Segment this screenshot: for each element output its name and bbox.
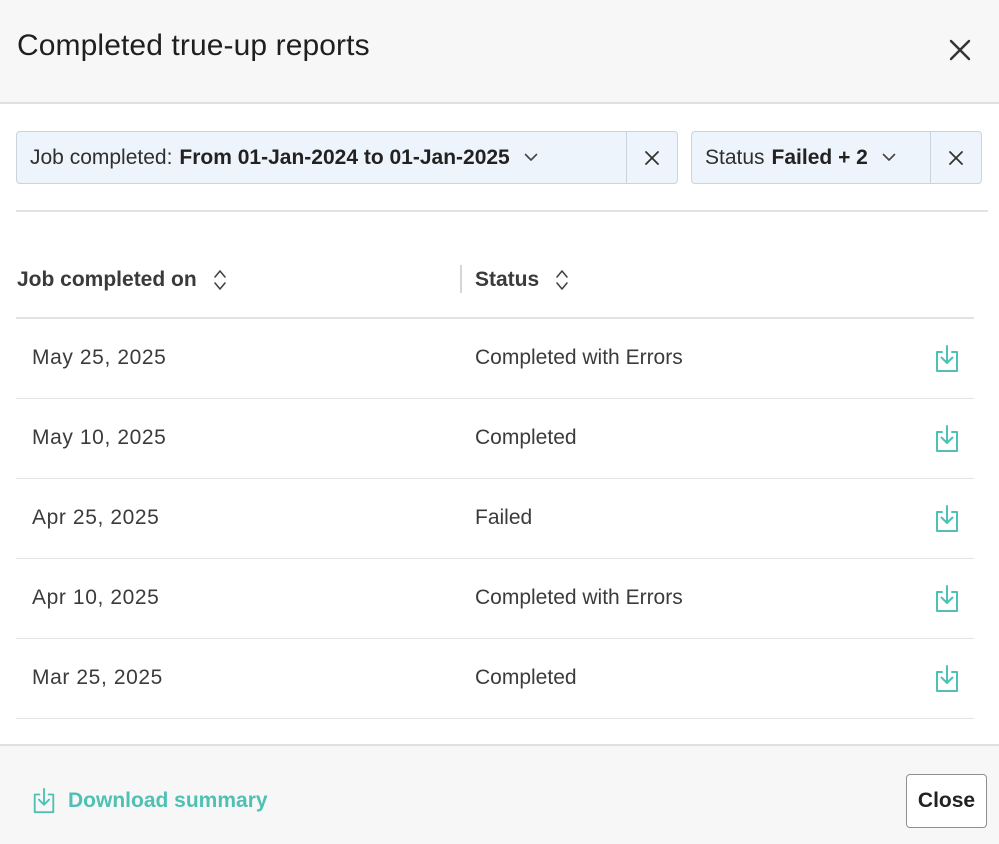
filter-value: Failed + 2 [771, 145, 868, 169]
column-header-label: Status [475, 268, 540, 291]
dialog-footer: Download summary Close [0, 744, 999, 844]
job-status: Completed [475, 426, 577, 449]
download-summary-link[interactable]: Download summary [31, 786, 268, 816]
table-row: May 10, 2025 Completed [16, 399, 974, 479]
chevron-down-icon [882, 153, 896, 162]
download-icon [936, 505, 958, 532]
download-icon [936, 665, 958, 692]
job-status: Failed [475, 506, 533, 529]
column-header-status[interactable]: Status [475, 268, 569, 292]
download-icon [33, 788, 55, 814]
table-header: Job completed on Status [16, 246, 974, 319]
close-icon [949, 39, 971, 61]
filter-chip-job-completed: Job completed: From 01-Jan-2024 to 01-Ja… [16, 131, 678, 184]
chevron-down-icon [524, 153, 538, 162]
job-status: Completed [475, 666, 577, 689]
sort-icon [213, 268, 227, 292]
download-icon [936, 425, 958, 452]
column-separator [460, 265, 462, 293]
completed-reports-dialog: Completed true-up reports Job completed:… [0, 0, 999, 844]
job-status: Completed with Errors [475, 346, 683, 369]
download-icon [936, 585, 958, 612]
job-completed-date: Apr 25, 2025 [32, 506, 160, 529]
column-header-job-completed-on[interactable]: Job completed on [17, 268, 227, 292]
filter-bar: Job completed: From 01-Jan-2024 to 01-Ja… [16, 131, 982, 184]
close-icon [949, 150, 963, 165]
job-status: Completed with Errors [475, 586, 683, 609]
download-icon [936, 345, 958, 372]
filter-divider [16, 210, 988, 212]
clear-status-filter-button[interactable] [930, 132, 981, 183]
status-filter-dropdown[interactable]: Status Failed + 2 [692, 132, 930, 183]
download-report-button[interactable] [932, 343, 962, 375]
download-report-button[interactable] [932, 663, 962, 695]
reports-table: Job completed on Status May 25, 2025 Com… [16, 246, 974, 719]
job-completed-filter-dropdown[interactable]: Job completed: From 01-Jan-2024 to 01-Ja… [17, 132, 626, 183]
table-row: Mar 25, 2025 Completed [16, 639, 974, 719]
close-button[interactable]: Close [906, 774, 987, 828]
sort-icon [555, 268, 569, 292]
filter-chip-status: Status Failed + 2 [691, 131, 982, 184]
clear-job-completed-filter-button[interactable] [626, 132, 677, 183]
column-header-label: Job completed on [17, 268, 197, 291]
job-completed-date: May 10, 2025 [32, 426, 167, 449]
job-completed-date: May 25, 2025 [32, 346, 167, 369]
table-row: Apr 10, 2025 Completed with Errors [16, 559, 974, 639]
filter-label: Job completed: [30, 145, 173, 169]
table-row: May 25, 2025 Completed with Errors [16, 319, 974, 399]
download-report-button[interactable] [932, 423, 962, 455]
download-summary-label: Download summary [68, 789, 268, 812]
job-completed-date: Apr 10, 2025 [32, 586, 160, 609]
dialog-title: Completed true-up reports [17, 29, 370, 62]
dialog-close-button[interactable] [944, 34, 976, 66]
table-row: Apr 25, 2025 Failed [16, 479, 974, 559]
filter-label: Status [705, 145, 765, 169]
download-report-button[interactable] [932, 503, 962, 535]
filter-value: From 01-Jan-2024 to 01-Jan-2025 [179, 145, 510, 169]
job-completed-date: Mar 25, 2025 [32, 666, 163, 689]
dialog-header: Completed true-up reports [0, 0, 999, 104]
close-icon [645, 150, 659, 165]
download-report-button[interactable] [932, 583, 962, 615]
